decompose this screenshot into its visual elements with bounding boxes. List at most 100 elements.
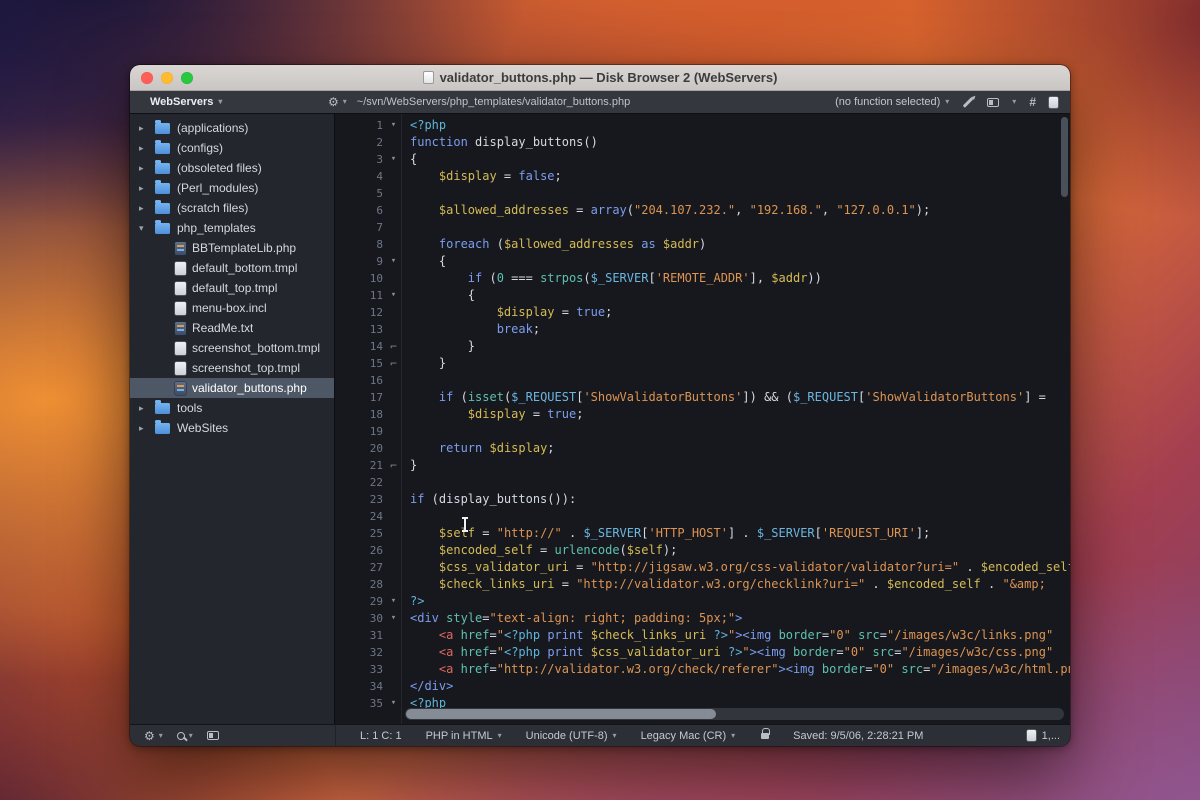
disclosure-collapsed-icon[interactable]: ▸ — [139, 403, 155, 414]
encoding-menu[interactable]: Unicode (UTF-8) ▾ — [526, 730, 617, 742]
line-number[interactable]: 26 — [335, 542, 386, 559]
folder-row[interactable]: ▸(configs) — [130, 138, 334, 158]
code-line[interactable]: $allowed_addresses = array("204.107.232.… — [410, 202, 1070, 219]
code-line[interactable]: </div> — [410, 678, 1070, 695]
titlebar[interactable]: validator_buttons.php — Disk Browser 2 (… — [130, 65, 1070, 91]
file-row[interactable]: menu-box.incl — [130, 298, 334, 318]
code-line[interactable]: <a href="<?php print $check_links_uri ?>… — [410, 627, 1070, 644]
code-line[interactable]: function display_buttons() — [410, 134, 1070, 151]
close-button[interactable] — [141, 72, 153, 84]
line-number[interactable]: 29 — [335, 593, 386, 610]
disclosure-collapsed-icon[interactable]: ▸ — [139, 423, 155, 434]
code-line[interactable]: <div style="text-align: right; padding: … — [410, 610, 1070, 627]
code-line[interactable]: <?php — [410, 117, 1070, 134]
line-number[interactable]: 34 — [335, 678, 386, 695]
fold-open-icon[interactable]: ▾ — [386, 593, 401, 610]
disclosure-collapsed-icon[interactable]: ▸ — [139, 203, 155, 214]
code-line[interactable]: } — [410, 338, 1070, 355]
code-line[interactable] — [410, 185, 1070, 202]
file-row[interactable]: validator_buttons.php — [130, 378, 334, 398]
code-line[interactable]: } — [410, 355, 1070, 372]
sidebar-search-menu[interactable]: ▾ — [177, 732, 193, 740]
file-row[interactable]: ReadMe.txt — [130, 318, 334, 338]
line-number[interactable]: 6 — [335, 202, 386, 219]
project-menu[interactable]: WebServers ▾ — [130, 96, 328, 108]
line-number[interactable]: 2 — [335, 134, 386, 151]
line-number[interactable]: 10 — [335, 270, 386, 287]
document-proxy-icon[interactable] — [423, 71, 434, 84]
line-number[interactable]: 4 — [335, 168, 386, 185]
code-line[interactable]: if (0 === strpos($_SERVER['REMOTE_ADDR']… — [410, 270, 1070, 287]
line-number[interactable]: 14 — [335, 338, 386, 355]
folder-row[interactable]: ▸(Perl_modules) — [130, 178, 334, 198]
line-number[interactable]: 5 — [335, 185, 386, 202]
markers-icon[interactable] — [987, 98, 999, 107]
code-line[interactable]: <a href="http://validator.w3.org/check/r… — [410, 661, 1070, 678]
sidebar-gear-menu[interactable]: ⚙ ▾ — [144, 730, 163, 742]
line-number[interactable]: 13 — [335, 321, 386, 338]
disclosure-collapsed-icon[interactable]: ▸ — [139, 143, 155, 154]
disclosure-collapsed-icon[interactable]: ▸ — [139, 163, 155, 174]
pencil-icon[interactable] — [963, 97, 974, 108]
gear-icon[interactable]: ⚙ — [328, 96, 339, 108]
line-number[interactable]: 15 — [335, 355, 386, 372]
disclosure-collapsed-icon[interactable]: ▸ — [139, 183, 155, 194]
fold-open-icon[interactable]: ▾ — [386, 253, 401, 270]
fold-end-icon[interactable]: ¬ — [386, 338, 401, 355]
line-number[interactable]: 35 — [335, 695, 386, 712]
folder-row[interactable]: ▸(applications) — [130, 118, 334, 138]
function-selector[interactable]: (no function selected) ▾ — [835, 96, 949, 108]
code-line[interactable]: { — [410, 151, 1070, 168]
fold-end-icon[interactable]: ¬ — [386, 457, 401, 474]
language-menu[interactable]: PHP in HTML ▾ — [426, 730, 502, 742]
code-line[interactable]: $encoded_self = urlencode($self); — [410, 542, 1070, 559]
file-row[interactable]: default_top.tmpl — [130, 278, 334, 298]
fold-open-icon[interactable]: ▾ — [386, 151, 401, 168]
file-row[interactable]: screenshot_bottom.tmpl — [130, 338, 334, 358]
editor[interactable]: 1▾23▾456789▾1011▾121314¬15¬161718192021¬… — [335, 114, 1070, 724]
code-line[interactable]: ?> — [410, 593, 1070, 610]
line-number[interactable]: 17 — [335, 389, 386, 406]
code-line[interactable] — [410, 423, 1070, 440]
line-number[interactable]: 25 — [335, 525, 386, 542]
disclosure-expanded-icon[interactable]: ▾ — [139, 223, 155, 234]
line-number[interactable]: 32 — [335, 644, 386, 661]
line-number[interactable]: 9 — [335, 253, 386, 270]
line-number[interactable]: 1 — [335, 117, 386, 134]
minimize-button[interactable] — [161, 72, 173, 84]
horizontal-scrollbar[interactable] — [405, 708, 1064, 720]
code-line[interactable]: $display = false; — [410, 168, 1070, 185]
folder-row[interactable]: ▸(obsoleted files) — [130, 158, 334, 178]
code-line[interactable]: } — [410, 457, 1070, 474]
line-number[interactable]: 8 — [335, 236, 386, 253]
fold-end-icon[interactable]: ¬ — [386, 355, 401, 372]
code-line[interactable]: <a href="<?php print $css_validator_uri … — [410, 644, 1070, 661]
folder-row[interactable]: ▾php_templates — [130, 218, 334, 238]
line-number[interactable]: 24 — [335, 508, 386, 525]
line-number[interactable]: 33 — [335, 661, 386, 678]
code-line[interactable] — [410, 219, 1070, 236]
line-number[interactable]: 31 — [335, 627, 386, 644]
code-line[interactable]: $display = true; — [410, 304, 1070, 321]
horizontal-scrollbar-thumb[interactable] — [406, 709, 716, 719]
line-number[interactable]: 21 — [335, 457, 386, 474]
hash-icon[interactable]: # — [1029, 95, 1036, 109]
panel-toggle-icon[interactable] — [207, 731, 219, 740]
file-row[interactable]: BBTemplateLib.php — [130, 238, 334, 258]
line-number[interactable]: 18 — [335, 406, 386, 423]
code-line[interactable]: $display = true; — [410, 406, 1070, 423]
code-line[interactable]: $check_links_uri = "http://validator.w3.… — [410, 576, 1070, 593]
fold-open-icon[interactable]: ▾ — [386, 610, 401, 627]
disclosure-collapsed-icon[interactable]: ▸ — [139, 123, 155, 134]
document-icon[interactable] — [1049, 97, 1058, 108]
folder-row[interactable]: ▸(scratch files) — [130, 198, 334, 218]
file-row[interactable]: default_bottom.tmpl — [130, 258, 334, 278]
code-line[interactable] — [410, 474, 1070, 491]
fold-open-icon[interactable]: ▾ — [386, 117, 401, 134]
line-number[interactable]: 16 — [335, 372, 386, 389]
code-line[interactable]: { — [410, 253, 1070, 270]
line-number[interactable]: 12 — [335, 304, 386, 321]
vertical-scrollbar[interactable] — [1060, 117, 1069, 704]
line-number[interactable]: 20 — [335, 440, 386, 457]
code-line[interactable]: if (display_buttons()): — [410, 491, 1070, 508]
